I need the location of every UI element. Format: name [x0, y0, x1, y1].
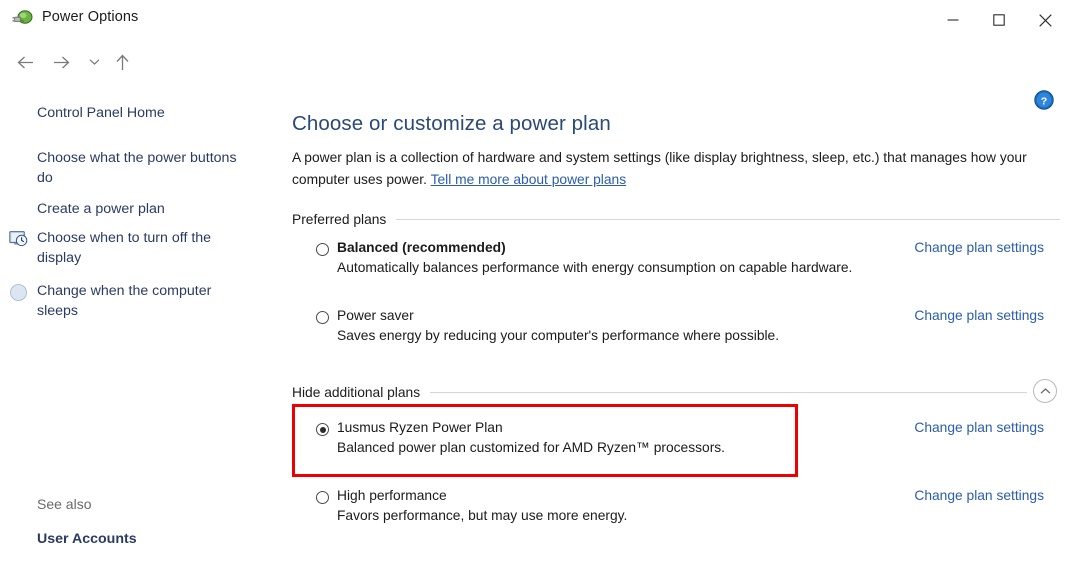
chevron-up-icon[interactable]: [1033, 379, 1057, 403]
recent-locations-chevron-down-icon[interactable]: [80, 48, 108, 76]
back-icon[interactable]: [11, 48, 39, 76]
content-area: Control Panel Home Choose what the power…: [0, 84, 1068, 570]
svg-text:?: ?: [1041, 95, 1047, 107]
sidebar-item-turn-off-display[interactable]: Choose when to turn off the display: [37, 228, 247, 268]
radio-power-saver[interactable]: [316, 311, 329, 324]
radio-high-performance[interactable]: [316, 491, 329, 504]
plan-row-balanced[interactable]: Balanced (recommended) Automatically bal…: [292, 240, 1060, 275]
plan-description: Balanced power plan customized for AMD R…: [337, 440, 726, 455]
plan-description: Saves energy by reducing your computer's…: [337, 328, 780, 343]
window-controls: [930, 0, 1068, 40]
sidebar-item-computer-sleeps[interactable]: Change when the computer sleeps: [37, 281, 247, 321]
page-description-text: A power plan is a collection of hardware…: [292, 150, 1027, 187]
close-button[interactable]: [1022, 0, 1068, 40]
plan-name: Power saver: [337, 308, 414, 323]
plan-name: Balanced (recommended): [337, 240, 506, 255]
main-panel: ? Choose or customize a power plan A pow…: [285, 84, 1068, 570]
group-header-preferred-plans: Preferred plans: [292, 212, 1060, 227]
power-plug-icon: [12, 8, 34, 30]
up-icon[interactable]: [108, 48, 136, 76]
address-bar: › Control Panel › All Control Panel Item…: [0, 42, 1068, 115]
monitor-clock-icon: [9, 230, 28, 249]
help-circle-icon[interactable]: ?: [1034, 90, 1054, 110]
group-label: Hide additional plans: [292, 385, 421, 400]
maximize-button[interactable]: [976, 0, 1022, 40]
power-options-window: Power Options Control Panel Home Choose …: [0, 0, 1068, 570]
page-description: A power plan is a collection of hardware…: [292, 147, 1060, 191]
sidebar: Control Panel Home Choose what the power…: [0, 84, 285, 570]
plan-description: Favors performance, but may use more ene…: [337, 508, 628, 523]
sidebar-item-create-power-plan[interactable]: Create a power plan: [37, 199, 165, 219]
change-plan-settings-link-high-performance[interactable]: Change plan settings: [914, 488, 1044, 503]
plan-row-power-saver[interactable]: Power saver Saves energy by reducing you…: [292, 308, 1060, 343]
see-also-label: See also: [37, 496, 92, 512]
plan-description: Automatically balances performance with …: [337, 260, 853, 275]
sidebar-item-control-panel-home[interactable]: Control Panel Home: [37, 103, 165, 123]
plan-name: High performance: [337, 488, 447, 503]
moon-icon: [9, 283, 28, 302]
tell-me-more-link[interactable]: Tell me more about power plans: [431, 172, 627, 187]
radio-ryzen-power-plan[interactable]: [316, 423, 329, 436]
plan-name: 1usmus Ryzen Power Plan: [337, 420, 503, 435]
group-rule: [396, 219, 1060, 220]
group-rule: [430, 392, 1027, 393]
plan-row-ryzen[interactable]: 1usmus Ryzen Power Plan Balanced power p…: [292, 420, 1060, 455]
sidebar-item-choose-power-buttons[interactable]: Choose what the power buttons do: [37, 148, 242, 188]
plan-row-high-performance[interactable]: High performance Favors performance, but…: [292, 488, 1060, 523]
sidebar-item-user-accounts[interactable]: User Accounts: [37, 529, 137, 549]
forward-icon[interactable]: [47, 48, 75, 76]
title-bar: Power Options: [0, 0, 1068, 40]
group-header-additional-plans: Hide additional plans: [292, 385, 1027, 400]
change-plan-settings-link-ryzen[interactable]: Change plan settings: [914, 420, 1044, 435]
minimize-button[interactable]: [930, 0, 976, 40]
group-label: Preferred plans: [292, 212, 387, 227]
window-title: Power Options: [42, 9, 139, 25]
page-title: Choose or customize a power plan: [292, 112, 611, 135]
change-plan-settings-link-balanced[interactable]: Change plan settings: [914, 240, 1044, 255]
change-plan-settings-link-power-saver[interactable]: Change plan settings: [914, 308, 1044, 323]
radio-balanced[interactable]: [316, 243, 329, 256]
